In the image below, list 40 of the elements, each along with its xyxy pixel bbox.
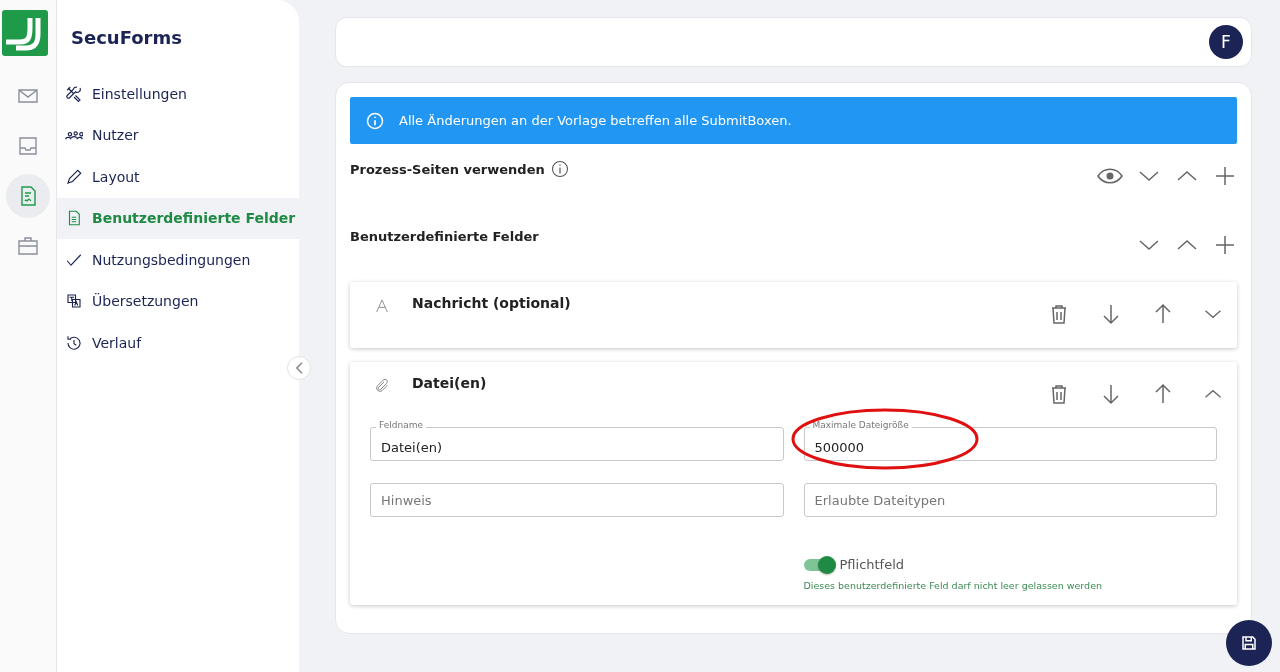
sidebar-item[interactable]: Einstellungen: [57, 73, 299, 115]
sidebar-item[interactable]: Nutzungsbedingungen: [57, 239, 299, 281]
info-icon: [365, 110, 385, 131]
text-field[interactable]: Datei(en): [370, 427, 784, 461]
text-input[interactable]: Datei(en): [371, 433, 773, 455]
users-icon: [65, 130, 83, 140]
paperclip-icon: [374, 378, 390, 394]
text-input[interactable]: 500000: [804, 433, 1206, 455]
info-icon[interactable]: [550, 160, 569, 178]
toggle-switch[interactable]: [803, 558, 834, 571]
toggle-label: Pflichtfeld: [839, 557, 905, 572]
text-type-icon: [374, 298, 390, 314]
banner-text: Alle Änderungen an der Vorlage betreffen alle SubmitBoxen.: [399, 113, 792, 128]
user-avatar[interactable]: F: [1209, 25, 1243, 59]
sidebar-item[interactable]: Benutzerdefinierte Felder: [57, 197, 299, 239]
field-label: Maximale Dateigröße: [809, 420, 912, 430]
section-title: Benutzerdefinierte Felder: [350, 229, 539, 244]
text-field[interactable]: Hinweis: [370, 483, 784, 517]
sidebar-item[interactable]: Verlauf: [57, 322, 299, 364]
sidebar-item[interactable]: Layout: [57, 156, 299, 198]
section-title: Prozess-Seiten verwenden: [350, 161, 545, 177]
text-field[interactable]: Erlaubte Dateitypen: [803, 483, 1217, 517]
sidebar-item[interactable]: Nutzer: [57, 114, 299, 156]
app-title: SecuForms: [71, 27, 182, 48]
sidebar-item[interactable]: Übersetzungen: [57, 280, 299, 322]
briefcase-icon: [16, 234, 40, 258]
helper-text: Dieses benutzerdefinierte Feld darf nicht leer gelassen werden: [803, 580, 1102, 591]
chevron-left-icon: [295, 362, 303, 374]
add-icon[interactable]: [1213, 233, 1237, 257]
tray-icon: [16, 134, 40, 158]
save-button[interactable]: [1226, 620, 1272, 666]
pen-icon: [65, 167, 83, 186]
field-title: Nachricht (optional): [412, 295, 571, 311]
field-label: Feldname: [376, 420, 426, 430]
history-icon: [65, 333, 83, 352]
field-title: Datei(en): [412, 375, 487, 391]
tools-icon: [65, 84, 83, 103]
translate-icon: [65, 292, 83, 311]
rail-nav-button[interactable]: [6, 174, 50, 218]
add-icon[interactable]: [1213, 164, 1237, 188]
